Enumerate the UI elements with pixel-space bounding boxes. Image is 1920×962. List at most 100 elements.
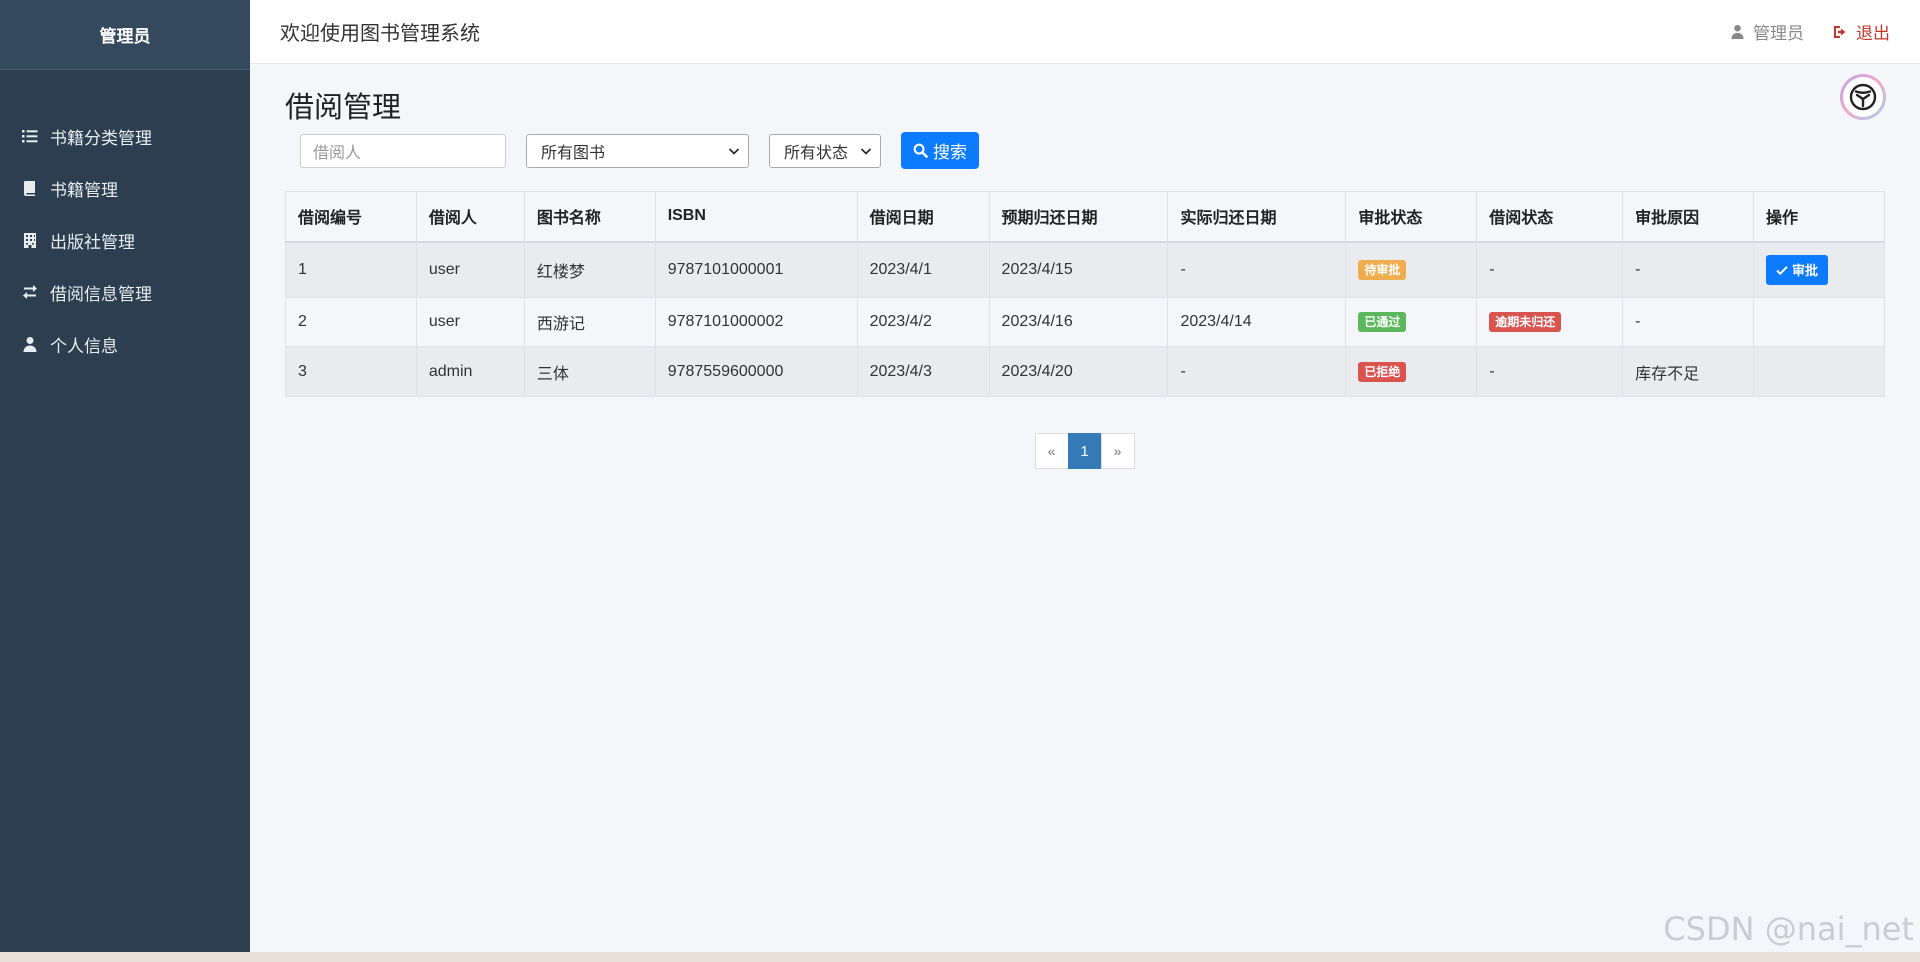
cell-due-date: 2023/4/20 bbox=[988, 346, 1169, 397]
cell-due-date: 2023/4/15 bbox=[988, 241, 1169, 298]
search-button[interactable]: 搜索 bbox=[901, 132, 979, 169]
sidebar-item-label: 书籍分类管理 bbox=[50, 128, 152, 148]
cell-approval: 待审批 bbox=[1345, 241, 1478, 298]
cell-action: 审批 bbox=[1752, 241, 1886, 298]
os-taskbar bbox=[0, 952, 1920, 962]
cell-reason: 库存不足 bbox=[1622, 346, 1754, 397]
sidebar-title: 管理员 bbox=[0, 0, 250, 70]
status-badge-rejected: 已拒绝 bbox=[1358, 361, 1407, 382]
col-header-approval: 审批状态 bbox=[1345, 191, 1478, 243]
col-header-borrow-date: 借阅日期 bbox=[856, 191, 990, 243]
search-icon bbox=[913, 143, 928, 158]
cell-return-date: 2023/4/14 bbox=[1167, 297, 1347, 347]
cell-action bbox=[1752, 346, 1886, 397]
sidebar-item-label: 借阅信息管理 bbox=[50, 284, 152, 304]
cell-approval: 已通过 bbox=[1345, 297, 1478, 347]
list-icon bbox=[22, 128, 38, 144]
sidebar-item-books[interactable]: 书籍管理 bbox=[0, 162, 250, 214]
col-header-borrow-status: 借阅状态 bbox=[1476, 191, 1624, 243]
status-select-value: 所有状态 bbox=[784, 144, 849, 162]
user-icon bbox=[22, 336, 38, 352]
cell-borrow-date: 2023/4/2 bbox=[856, 297, 990, 347]
main-content: 借阅管理 借阅人 所有图书 所有状态 搜索 借阅编号 借阅人 图书名称 ISBN bbox=[285, 64, 1886, 469]
cell-return-date: - bbox=[1167, 346, 1347, 397]
check-icon bbox=[1776, 265, 1788, 275]
cell-book: 三体 bbox=[523, 346, 656, 397]
cell-borrow-date: 2023/4/3 bbox=[856, 346, 990, 397]
sidebar-item-label: 出版社管理 bbox=[50, 232, 135, 252]
assistant-logo-icon bbox=[1849, 83, 1877, 111]
cell-borrower: user bbox=[415, 241, 525, 298]
borrow-table: 借阅编号 借阅人 图书名称 ISBN 借阅日期 预期归还日期 实际归还日期 审批… bbox=[285, 191, 1886, 397]
sidebar-item-profile[interactable]: 个人信息 bbox=[0, 318, 250, 370]
cell-book: 红楼梦 bbox=[523, 241, 656, 298]
cell-borrower: user bbox=[415, 297, 525, 347]
cell-return-date: - bbox=[1167, 241, 1347, 298]
search-bar: 借阅人 所有图书 所有状态 搜索 bbox=[285, 132, 1885, 169]
book-icon bbox=[22, 180, 38, 196]
book-select-value: 所有图书 bbox=[541, 144, 606, 162]
chevron-down-icon bbox=[728, 147, 740, 155]
sidebar-item-label: 书籍管理 bbox=[50, 180, 118, 200]
pagination-prev[interactable]: « bbox=[1034, 433, 1069, 469]
sidebar-item-category[interactable]: 书籍分类管理 bbox=[0, 110, 250, 162]
header-actions: 管理员 退出 bbox=[1730, 19, 1890, 44]
approve-button-label: 审批 bbox=[1791, 263, 1818, 279]
status-badge-pending: 待审批 bbox=[1358, 259, 1407, 280]
cell-action bbox=[1752, 297, 1886, 347]
cell-id: 3 bbox=[285, 346, 417, 397]
exchange-icon bbox=[22, 284, 38, 300]
cell-approval: 已拒绝 bbox=[1345, 346, 1478, 397]
cell-isbn: 9787101000002 bbox=[654, 297, 858, 347]
col-header-reason: 审批原因 bbox=[1622, 191, 1754, 243]
book-select[interactable]: 所有图书 bbox=[526, 133, 749, 168]
user-menu[interactable]: 管理员 bbox=[1730, 19, 1804, 44]
cell-borrow-status: 逾期未归还 bbox=[1476, 297, 1624, 347]
table-header-row: 借阅编号 借阅人 图书名称 ISBN 借阅日期 预期归还日期 实际归还日期 审批… bbox=[285, 191, 1886, 243]
sidebar-item-publisher[interactable]: 出版社管理 bbox=[0, 214, 250, 266]
cell-reason: - bbox=[1622, 241, 1754, 298]
cell-borrower: admin bbox=[415, 346, 525, 397]
logout-button[interactable]: 退出 bbox=[1832, 19, 1890, 44]
cell-reason: - bbox=[1622, 297, 1754, 347]
pagination-next[interactable]: » bbox=[1100, 433, 1135, 469]
borrower-search-input[interactable]: 借阅人 bbox=[300, 133, 506, 168]
cell-id: 2 bbox=[285, 297, 417, 347]
status-select[interactable]: 所有状态 bbox=[769, 133, 881, 168]
cell-borrow-status: - bbox=[1476, 346, 1624, 397]
table-row: 2 user 西游记 9787101000002 2023/4/2 2023/4… bbox=[285, 297, 1886, 347]
header-title: 欢迎使用图书管理系统 bbox=[280, 23, 480, 45]
cell-id: 1 bbox=[285, 241, 417, 298]
borrower-placeholder: 借阅人 bbox=[313, 144, 362, 162]
pagination: « 1 » bbox=[285, 433, 1885, 469]
col-header-due-date: 预期归还日期 bbox=[988, 191, 1169, 243]
pagination-page-current[interactable]: 1 bbox=[1067, 433, 1102, 469]
sidebar: 管理员 书籍分类管理 书籍管理 出版社管理 借阅信息管理 个人信息 bbox=[0, 0, 250, 952]
cell-isbn: 9787101000001 bbox=[654, 241, 858, 298]
approve-button[interactable]: 审批 bbox=[1765, 254, 1828, 285]
logout-label: 退出 bbox=[1856, 24, 1890, 43]
col-header-action: 操作 bbox=[1752, 191, 1886, 243]
cell-due-date: 2023/4/16 bbox=[988, 297, 1169, 347]
building-icon bbox=[22, 232, 38, 248]
sidebar-item-borrow[interactable]: 借阅信息管理 bbox=[0, 266, 250, 318]
col-header-id: 借阅编号 bbox=[285, 191, 417, 243]
chevron-down-icon bbox=[860, 147, 872, 155]
cell-book: 西游记 bbox=[523, 297, 656, 347]
user-label: 管理员 bbox=[1753, 24, 1804, 43]
cell-borrow-status: - bbox=[1476, 241, 1624, 298]
table-row: 3 admin 三体 9787559600000 2023/4/3 2023/4… bbox=[285, 346, 1886, 397]
col-header-borrower: 借阅人 bbox=[415, 191, 525, 243]
cell-isbn: 9787559600000 bbox=[654, 346, 858, 397]
assistant-avatar[interactable] bbox=[1840, 74, 1886, 120]
top-header: 欢迎使用图书管理系统 管理员 退出 bbox=[250, 0, 1920, 64]
page-title: 借阅管理 bbox=[285, 92, 402, 124]
watermark: CSDN @nai_net bbox=[1663, 910, 1914, 948]
cell-borrow-date: 2023/4/1 bbox=[856, 241, 990, 298]
sidebar-menu: 书籍分类管理 书籍管理 出版社管理 借阅信息管理 个人信息 bbox=[0, 70, 250, 370]
sidebar-item-label: 个人信息 bbox=[50, 336, 118, 356]
status-badge-overdue: 逾期未归还 bbox=[1489, 312, 1562, 332]
search-button-label: 搜索 bbox=[933, 143, 967, 162]
table-row: 1 user 红楼梦 9787101000001 2023/4/1 2023/4… bbox=[285, 241, 1886, 298]
col-header-isbn: ISBN bbox=[654, 191, 858, 243]
